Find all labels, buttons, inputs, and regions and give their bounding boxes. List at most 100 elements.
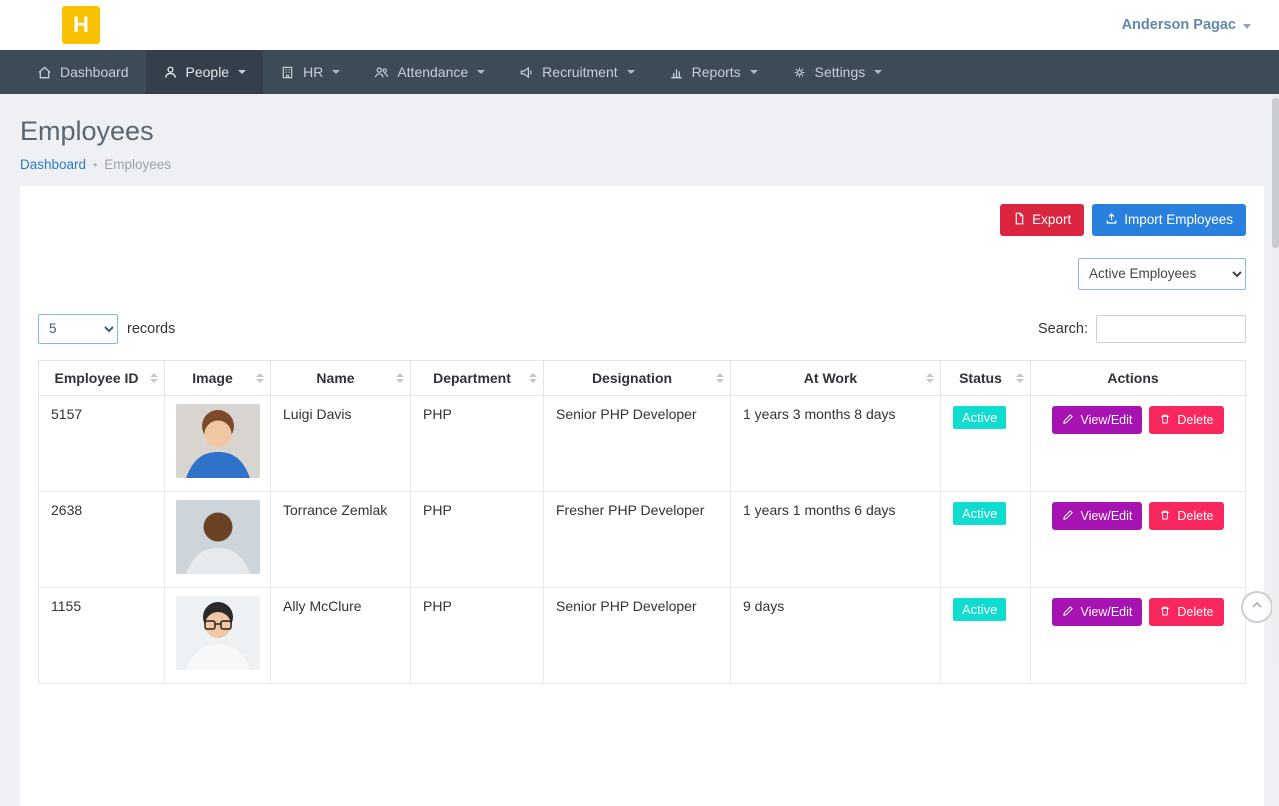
file-icon [1013, 212, 1026, 228]
chevron-down-icon [238, 70, 246, 74]
cell-designation: Senior PHP Developer [544, 395, 731, 491]
search-input[interactable] [1096, 315, 1246, 343]
view-edit-button[interactable]: View/Edit [1052, 406, 1142, 435]
nav-item-recruitment[interactable]: Recruitment [502, 50, 651, 94]
table-row: 1155 Ally McClure PHP Senior PHP Develop… [39, 587, 1246, 683]
header-status[interactable]: Status [941, 360, 1031, 395]
scrollbar-thumb[interactable] [1272, 98, 1279, 248]
search-group: Search: [1038, 315, 1246, 343]
breadcrumb-dashboard-link[interactable]: Dashboard [20, 157, 86, 172]
sort-icon [716, 373, 724, 383]
employees-table: Employee ID Image Name Department Design… [38, 360, 1246, 684]
cell-status: Active [941, 395, 1031, 491]
nav-item-reports[interactable]: Reports [652, 50, 775, 94]
gear-icon [792, 65, 807, 80]
header-designation[interactable]: Designation [544, 360, 731, 395]
nav-label: Reports [692, 64, 741, 80]
view-edit-label: View/Edit [1080, 414, 1132, 427]
nav-item-people[interactable]: People [146, 50, 264, 94]
cell-image [165, 491, 271, 587]
edit-icon [1062, 605, 1074, 620]
nav-item-dashboard[interactable]: Dashboard [20, 50, 146, 94]
cell-image [165, 587, 271, 683]
cell-employee-id: 2638 [39, 491, 165, 587]
edit-icon [1062, 413, 1074, 428]
user-menu[interactable]: Anderson Pagac [1122, 17, 1251, 33]
nav-label: People [186, 64, 230, 80]
header-label: Department [433, 370, 511, 386]
chevron-down-icon [874, 70, 882, 74]
export-import-toolbar: Export Import Employees [38, 204, 1246, 236]
sort-icon [529, 373, 537, 383]
chevron-down-icon [627, 70, 635, 74]
header-name[interactable]: Name [271, 360, 411, 395]
delete-button[interactable]: Delete [1149, 502, 1223, 531]
view-edit-button[interactable]: View/Edit [1052, 598, 1142, 627]
cell-designation: Senior PHP Developer [544, 587, 731, 683]
cell-actions: View/Edit Delete [1031, 491, 1246, 587]
delete-button[interactable]: Delete [1149, 406, 1223, 435]
delete-button[interactable]: Delete [1149, 598, 1223, 627]
nav-label: Dashboard [60, 64, 129, 80]
status-badge: Active [953, 406, 1006, 429]
search-label: Search: [1038, 321, 1088, 337]
trash-icon [1159, 413, 1171, 428]
cell-name: Ally McClure [271, 587, 411, 683]
cell-image [165, 395, 271, 491]
view-edit-label: View/Edit [1080, 510, 1132, 523]
nav-label: HR [303, 64, 323, 80]
chevron-down-icon [1243, 24, 1251, 29]
megaphone-icon [519, 65, 534, 80]
nav-label: Settings [815, 64, 866, 80]
header-at-work[interactable]: At Work [731, 360, 941, 395]
breadcrumb-separator: • [93, 158, 97, 172]
employee-filter-select[interactable]: Active Employees [1078, 258, 1246, 290]
cell-actions: View/Edit Delete [1031, 587, 1246, 683]
trash-icon [1159, 605, 1171, 620]
cell-status: Active [941, 491, 1031, 587]
header-image[interactable]: Image [165, 360, 271, 395]
cell-department: PHP [411, 395, 544, 491]
export-button[interactable]: Export [1000, 204, 1084, 236]
top-bar: H Anderson Pagac [0, 0, 1279, 50]
sort-icon [396, 373, 404, 383]
cell-employee-id: 5157 [39, 395, 165, 491]
sort-icon [926, 373, 934, 383]
nav-label: Attendance [397, 64, 468, 80]
trash-icon [1159, 509, 1171, 524]
import-employees-button[interactable]: Import Employees [1092, 204, 1246, 236]
chevron-up-icon [1249, 597, 1265, 618]
header-employee-id[interactable]: Employee ID [39, 360, 165, 395]
table-row: 5157 Luigi Davis PHP Senior PHP Develope… [39, 395, 1246, 491]
header-label: Designation [592, 370, 672, 386]
header-label: Name [316, 370, 354, 386]
employee-photo [176, 596, 260, 670]
building-icon [280, 65, 295, 80]
records-per-page-group: 5 records [38, 314, 175, 344]
sort-icon [1016, 373, 1024, 383]
view-edit-button[interactable]: View/Edit [1052, 502, 1142, 531]
scroll-to-top-button[interactable] [1241, 591, 1273, 623]
nav-item-hr[interactable]: HR [263, 50, 357, 94]
users-icon [374, 65, 389, 80]
table-row: 2638 Torrance Zemlak PHP Fresher PHP Dev… [39, 491, 1246, 587]
import-button-label: Import Employees [1124, 213, 1233, 227]
breadcrumb-current: Employees [104, 157, 171, 172]
nav-item-settings[interactable]: Settings [775, 50, 900, 94]
employee-photo [176, 404, 260, 478]
logo-letter: H [73, 12, 89, 38]
status-badge: Active [953, 598, 1006, 621]
chart-icon [669, 65, 684, 80]
scrollbar[interactable] [1272, 94, 1279, 663]
chevron-down-icon [750, 70, 758, 74]
upload-icon [1105, 212, 1118, 228]
filter-row: Active Employees [38, 258, 1246, 290]
header-department[interactable]: Department [411, 360, 544, 395]
nav-item-attendance[interactable]: Attendance [357, 50, 502, 94]
edit-icon [1062, 509, 1074, 524]
records-per-page-select[interactable]: 5 [38, 314, 118, 344]
cell-department: PHP [411, 491, 544, 587]
person-icon [163, 65, 178, 80]
app-logo[interactable]: H [62, 6, 100, 44]
header-label: Image [192, 370, 232, 386]
